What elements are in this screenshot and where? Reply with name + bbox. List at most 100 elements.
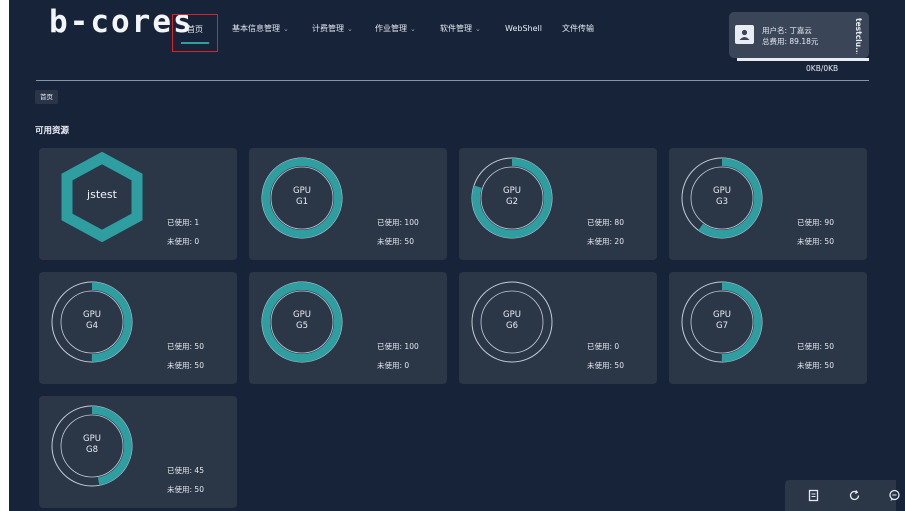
used-label: 已使用: xyxy=(167,466,193,475)
nav-item-label: 基本信息管理 xyxy=(232,24,280,33)
unused-stat: 未使用: 50 xyxy=(167,484,204,495)
used-value: 1 xyxy=(194,218,200,227)
used-stat: 已使用: 50 xyxy=(167,341,204,352)
used-label: 已使用: xyxy=(167,342,193,351)
used-label: 已使用: xyxy=(377,342,403,351)
chat-icon[interactable] xyxy=(888,489,901,502)
gpu-name-label: G5 xyxy=(296,321,308,331)
nav-item-label: WebShell xyxy=(505,24,542,33)
unused-stat: 未使用: 50 xyxy=(797,236,834,247)
unused-stat: 未使用: 50 xyxy=(587,360,624,371)
unused-label: 未使用: xyxy=(797,237,823,246)
unused-value: 20 xyxy=(614,237,624,246)
nav-item-label: 软件管理 xyxy=(440,24,472,33)
unused-value: 50 xyxy=(824,361,834,370)
used-value: 50 xyxy=(194,342,204,351)
used-stat: 已使用: 90 xyxy=(797,217,834,228)
traffic-text: 0KB/0KB xyxy=(806,64,839,73)
unused-value: 50 xyxy=(614,361,624,370)
used-stat: 已使用: 1 xyxy=(167,217,199,228)
unused-label: 未使用: xyxy=(587,361,613,370)
gpu-card[interactable]: GPU G7 已使用: 50 未使用: 50 xyxy=(669,272,867,384)
used-value: 50 xyxy=(824,342,834,351)
refresh-icon[interactable] xyxy=(848,489,861,502)
cluster-name-vertical: testclu... xyxy=(854,18,863,54)
gpu-type-label: GPU xyxy=(713,186,731,196)
total-cost-text: 总费用: 89.18元 xyxy=(762,37,819,46)
used-stat: 已使用: 100 xyxy=(377,341,419,352)
used-stat: 已使用: 45 xyxy=(167,465,204,476)
unused-stat: 未使用: 0 xyxy=(377,360,409,371)
unused-stat: 未使用: 20 xyxy=(587,236,624,247)
nav-item-software[interactable]: 软件管理 ⌄ xyxy=(440,14,481,52)
unused-label: 未使用: xyxy=(377,361,403,370)
nav-item-label: 计费管理 xyxy=(312,24,344,33)
nav-item-webshell[interactable]: WebShell xyxy=(505,14,542,52)
used-label: 已使用: xyxy=(167,218,193,227)
user-icon xyxy=(739,29,750,40)
gpu-name-label: G7 xyxy=(716,321,728,331)
used-label: 已使用: xyxy=(797,218,823,227)
unused-value: 50 xyxy=(404,237,414,246)
gpu-type-label: GPU xyxy=(503,186,521,196)
gpu-card[interactable]: GPU G2 已使用: 80 未使用: 20 xyxy=(459,148,657,260)
username-text: 用户名: 丁嘉云 xyxy=(762,26,812,35)
gpu-card[interactable]: GPU G1 已使用: 100 未使用: 50 xyxy=(249,148,447,260)
unused-label: 未使用: xyxy=(377,237,403,246)
used-value: 80 xyxy=(614,218,624,227)
gpu-type-label: GPU xyxy=(293,186,311,196)
section-title: 可用资源 xyxy=(35,126,70,136)
gpu-card[interactable]: GPU G8 已使用: 45 未使用: 50 xyxy=(39,396,237,508)
floating-toolbar xyxy=(785,480,900,511)
unused-label: 未使用: xyxy=(587,237,613,246)
used-value: 45 xyxy=(194,466,204,475)
used-value: 0 xyxy=(614,342,620,351)
traffic-bar xyxy=(737,58,869,61)
nav-item-billing[interactable]: 计费管理 ⌄ xyxy=(312,14,353,52)
gpu-name-label: G6 xyxy=(506,321,518,331)
active-tab-indicator xyxy=(181,42,209,44)
unused-stat: 未使用: 50 xyxy=(167,360,204,371)
gpu-card[interactable]: GPU G5 已使用: 100 未使用: 0 xyxy=(249,272,447,384)
used-label: 已使用: xyxy=(587,342,613,351)
gpu-type-label: GPU xyxy=(83,434,101,444)
nav-item-home[interactable]: 首页 xyxy=(172,14,218,52)
cluster-name: jstest xyxy=(87,188,117,201)
gpu-card[interactable]: GPU G4 已使用: 50 未使用: 50 xyxy=(39,272,237,384)
nav-item-basic-info[interactable]: 基本信息管理 ⌄ xyxy=(232,14,289,52)
gpu-type-label: GPU xyxy=(83,310,101,320)
used-value: 100 xyxy=(404,218,419,227)
used-label: 已使用: xyxy=(797,342,823,351)
unused-value: 50 xyxy=(824,237,834,246)
gpu-name-label: G4 xyxy=(86,321,98,331)
gpu-card[interactable]: GPU G6 已使用: 0 未使用: 50 xyxy=(459,272,657,384)
unused-label: 未使用: xyxy=(167,237,193,246)
chevron-down-icon: ⌄ xyxy=(347,25,353,33)
nav-item-file-transfer[interactable]: 文件传输 xyxy=(562,14,594,52)
unused-stat: 未使用: 50 xyxy=(797,360,834,371)
used-value: 90 xyxy=(824,218,834,227)
used-value: 100 xyxy=(404,342,419,351)
gpu-type-label: GPU xyxy=(503,310,521,320)
gpu-card[interactable]: GPU G3 已使用: 90 未使用: 50 xyxy=(669,148,867,260)
unused-stat: 未使用: 0 xyxy=(167,236,199,247)
chevron-down-icon: ⌄ xyxy=(410,25,416,33)
user-card[interactable]: 用户名: 丁嘉云 总费用: 89.18元 testclu... xyxy=(729,12,869,58)
nav-item-jobs[interactable]: 作业管理 ⌄ xyxy=(375,14,416,52)
nav-item-label: 文件传输 xyxy=(562,24,594,33)
used-stat: 已使用: 50 xyxy=(797,341,834,352)
avatar xyxy=(735,25,754,44)
used-label: 已使用: xyxy=(587,218,613,227)
unused-value: 50 xyxy=(194,361,204,370)
gpu-name-label: G1 xyxy=(296,197,308,207)
breadcrumb[interactable]: 首页 xyxy=(35,90,58,104)
nav-item-label: 首页 xyxy=(187,25,203,34)
gpu-type-label: GPU xyxy=(713,310,731,320)
document-icon[interactable] xyxy=(807,489,820,502)
unused-stat: 未使用: 50 xyxy=(377,236,414,247)
unused-label: 未使用: xyxy=(797,361,823,370)
gpu-name-label: G3 xyxy=(716,197,728,207)
unused-label: 未使用: xyxy=(167,485,193,494)
used-stat: 已使用: 100 xyxy=(377,217,419,228)
cluster-card[interactable]: jstest 已使用: 1 未使用: 0 xyxy=(39,148,237,260)
